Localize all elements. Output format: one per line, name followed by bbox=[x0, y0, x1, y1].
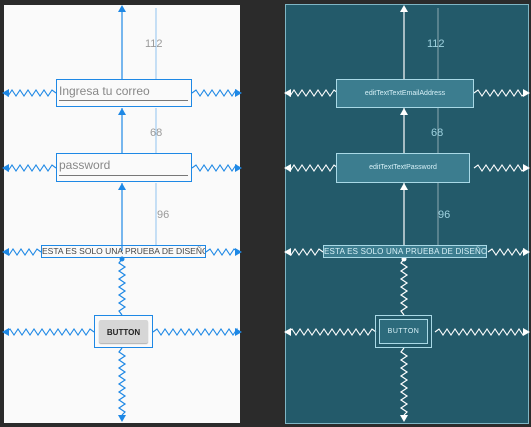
spring-left-2 bbox=[287, 248, 324, 256]
blueprint-constraints bbox=[284, 5, 530, 422]
bp-button-widget[interactable]: BUTTON bbox=[375, 315, 432, 348]
spring-button-bottom bbox=[117, 347, 127, 416]
spring-left-3 bbox=[287, 328, 377, 336]
spring-right-3 bbox=[152, 327, 239, 336]
password-hint: password bbox=[59, 158, 111, 172]
spring-left-0 bbox=[287, 89, 339, 97]
spring-right-2 bbox=[205, 248, 239, 256]
spring-label-button bbox=[399, 258, 409, 316]
arrow-right-icon-0 bbox=[523, 89, 530, 97]
margin-password-label-value: 96 bbox=[157, 209, 170, 221]
arrow-right-icon-3 bbox=[523, 328, 530, 336]
password-input[interactable]: password bbox=[56, 153, 192, 182]
email-underline bbox=[59, 100, 188, 101]
arrow-top-icon bbox=[118, 5, 126, 12]
password-underline bbox=[59, 175, 188, 176]
bp-margin-email-password-value: 68 bbox=[431, 127, 444, 139]
arrow-right-icon-0 bbox=[235, 89, 242, 97]
bp-margin-top-value: 112 bbox=[427, 38, 445, 50]
arrow-right-icon-1 bbox=[235, 164, 242, 172]
margin-email-password-value: 68 bbox=[150, 127, 163, 139]
spring-right-0 bbox=[473, 89, 527, 97]
bp-email-input[interactable]: editTextTextEmailAddress bbox=[336, 79, 474, 108]
spring-right-0 bbox=[191, 89, 239, 97]
spring-left-1 bbox=[5, 164, 57, 172]
arrow-email-icon bbox=[400, 108, 408, 115]
blueprint-surface[interactable]: 112 68 96 editTextTextEmailAddress editT… bbox=[284, 4, 530, 424]
email-hint: Ingresa tu correo bbox=[59, 84, 150, 98]
arrow-email-icon bbox=[118, 108, 126, 115]
arrow-top-icon bbox=[400, 5, 408, 12]
spring-left-3 bbox=[5, 328, 95, 336]
button-label: BUTTON bbox=[99, 320, 148, 343]
arrow-password-icon bbox=[118, 183, 126, 190]
spring-left-0 bbox=[5, 89, 57, 97]
arrow-right-icon-1 bbox=[523, 164, 530, 172]
bp-password-input[interactable]: editTextTextPassword bbox=[336, 153, 470, 183]
arrow-left-icon-2 bbox=[284, 248, 291, 256]
margin-top-value: 112 bbox=[145, 38, 163, 50]
arrow-bottom-icon bbox=[118, 415, 126, 422]
arrow-left-icon-1 bbox=[284, 164, 291, 172]
spring-right-1 bbox=[191, 164, 239, 172]
arrow-right-icon-2 bbox=[523, 248, 530, 256]
arrow-right-icon-3 bbox=[235, 328, 242, 336]
arrow-left-icon-0 bbox=[2, 89, 9, 97]
spring-label-button bbox=[117, 258, 127, 316]
button-widget[interactable]: BUTTON bbox=[94, 315, 153, 348]
email-input[interactable]: Ingresa tu correo bbox=[56, 79, 192, 107]
arrow-left-icon-1 bbox=[2, 164, 9, 172]
arrow-bottom-icon bbox=[400, 415, 408, 422]
spring-right-1 bbox=[473, 164, 527, 172]
design-constraints bbox=[2, 5, 242, 422]
arrow-password-icon bbox=[400, 183, 408, 190]
spring-left-1 bbox=[287, 164, 339, 172]
arrow-left-icon-3 bbox=[2, 328, 9, 336]
spring-button-bottom bbox=[399, 347, 409, 416]
bp-test-label[interactable]: ESTA ES SOLO UNA PRUEBA DE DISEÑO bbox=[323, 245, 487, 258]
test-label[interactable]: ESTA ES SOLO UNA PRUEBA DE DISEÑO bbox=[41, 245, 206, 258]
spring-right-3 bbox=[434, 328, 527, 336]
bp-margin-password-label-value: 96 bbox=[438, 209, 451, 221]
arrow-left-icon-3 bbox=[284, 328, 291, 336]
design-surface[interactable]: 112 68 96 Ingresa tu correo password EST… bbox=[2, 5, 242, 423]
spring-left-2 bbox=[5, 248, 42, 256]
spring-right-2 bbox=[487, 248, 527, 256]
arrow-right-icon-2 bbox=[235, 248, 242, 256]
arrow-left-icon-0 bbox=[284, 89, 291, 97]
arrow-left-icon-2 bbox=[2, 248, 9, 256]
bp-button-label: BUTTON bbox=[379, 319, 428, 344]
